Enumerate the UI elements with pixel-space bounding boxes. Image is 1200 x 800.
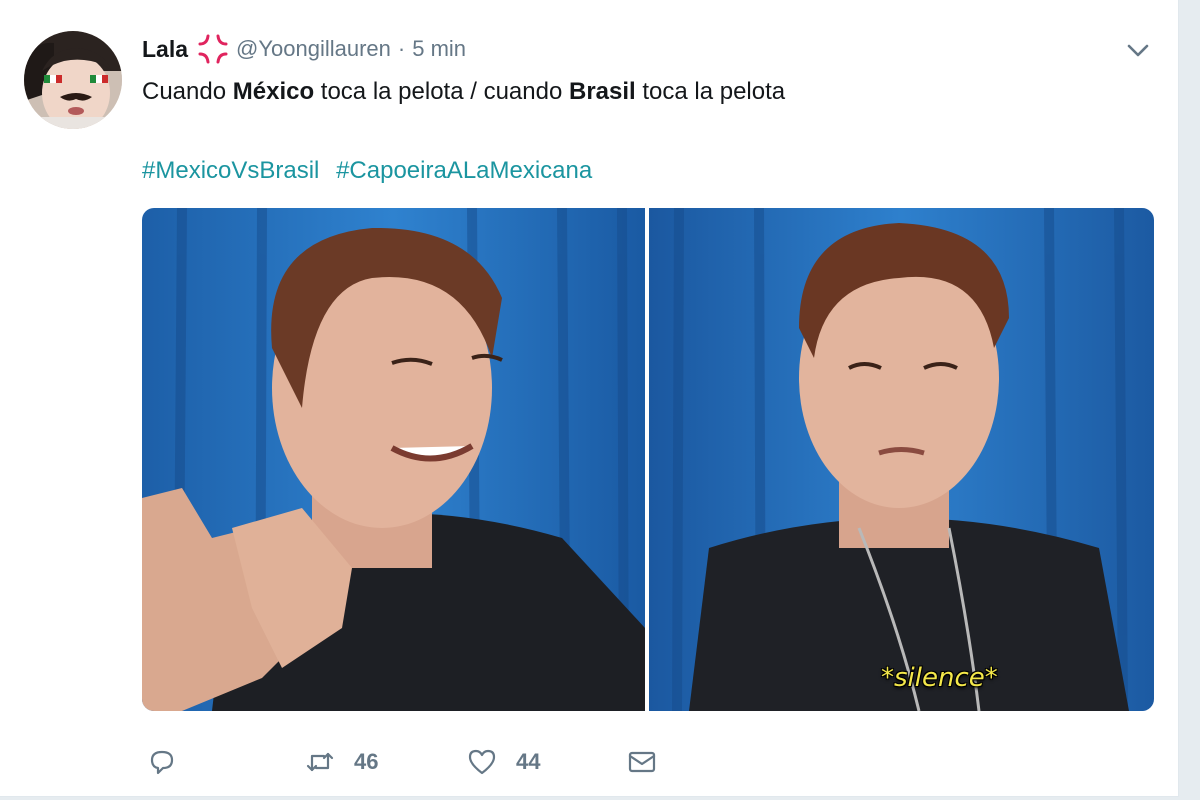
like-count: 44 — [516, 749, 541, 774]
retweet-button[interactable]: 46 — [304, 740, 378, 784]
tweet-media[interactable]: *silence* — [142, 208, 1154, 711]
retweet-icon — [306, 752, 334, 772]
avatar[interactable] — [24, 31, 122, 129]
media-image-left[interactable] — [142, 208, 645, 711]
retweet-count: 46 — [354, 749, 379, 774]
anger-symbol-icon — [198, 34, 228, 64]
meme-photo-smiling — [142, 208, 645, 711]
meme-caption: *silence* — [881, 663, 998, 693]
tweet-card[interactable]: Lala @Yoongillauren · 5 min Cuando Méxic… — [0, 0, 1179, 797]
tweet-timestamp[interactable]: 5 min — [412, 36, 466, 62]
hashtag-link[interactable]: #CapoeiraALaMexicana — [336, 157, 592, 184]
media-image-right[interactable]: *silence* — [649, 208, 1154, 711]
meme-photo-serious — [649, 208, 1154, 711]
user-handle[interactable]: @Yoongillauren — [236, 36, 391, 62]
reply-icon — [150, 750, 174, 775]
reply-button[interactable] — [146, 740, 178, 784]
tweet-text: Cuando México toca la pelota / cuando Br… — [142, 76, 785, 108]
tweet-text-part: toca la pelota — [635, 78, 786, 105]
tweet-text-part: Cuando — [142, 78, 233, 105]
hashtag-list: #MexicoVsBrasil #CapoeiraALaMexicana — [142, 155, 602, 187]
tweet-text-part: toca la pelota / cuando — [314, 78, 569, 105]
tweet-header: Lala @Yoongillauren · 5 min — [142, 32, 466, 66]
separator-dot: · — [397, 36, 406, 61]
direct-message-button[interactable] — [626, 740, 658, 784]
tweet-bold-mexico: México — [232, 78, 315, 105]
chevron-down-icon[interactable] — [1124, 36, 1152, 64]
avatar-image — [24, 31, 122, 129]
like-button[interactable]: 44 — [466, 740, 540, 784]
tweet-bold-brasil: Brasil — [568, 78, 636, 105]
heart-icon — [468, 749, 496, 775]
envelope-icon — [628, 751, 656, 773]
hashtag-link[interactable]: #MexicoVsBrasil — [142, 157, 319, 184]
user-name[interactable]: Lala — [142, 36, 188, 63]
tweet-actions: 46 44 — [142, 740, 742, 784]
